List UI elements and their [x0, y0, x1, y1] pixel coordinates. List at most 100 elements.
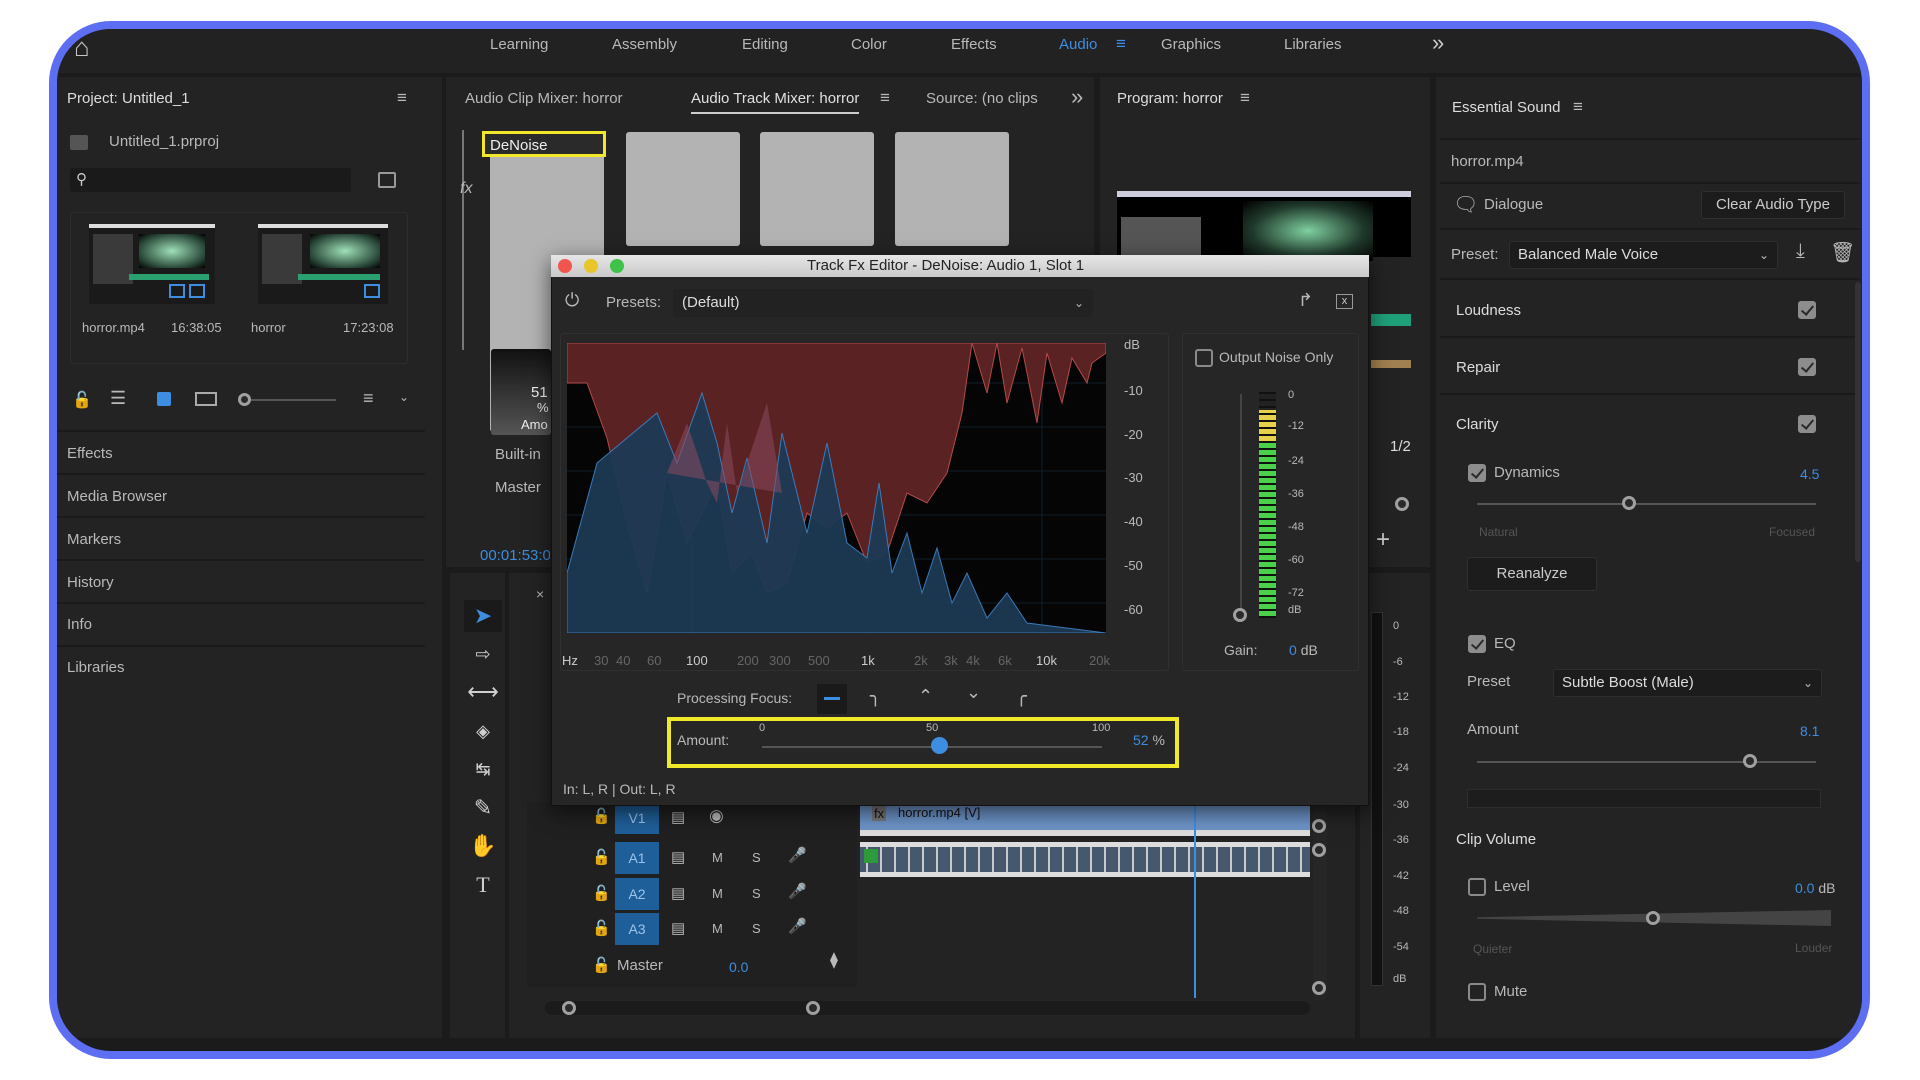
horizontal-zoom-scrollbar[interactable] — [545, 1001, 1310, 1015]
workspace-tab-audio[interactable]: Audio — [1059, 36, 1097, 53]
fx-presets-dropdown[interactable]: (Default)⌄ — [673, 289, 1093, 317]
eq-amount-slider-track[interactable] — [1477, 761, 1816, 763]
focus-high-button[interactable]: ╭ — [1016, 686, 1027, 707]
selection-tool-icon[interactable]: ➤ — [464, 600, 502, 632]
close-window-button[interactable] — [558, 259, 572, 273]
workspace-tab-assembly[interactable]: Assembly — [612, 36, 677, 53]
dynamics-slider-handle[interactable] — [1622, 496, 1636, 510]
panel-info[interactable]: Info — [67, 616, 92, 633]
lock-icon[interactable]: 🔓 — [592, 956, 611, 974]
scroll-handle[interactable] — [1312, 981, 1326, 995]
workspace-tab-editing[interactable]: Editing — [742, 36, 788, 53]
tab-source[interactable]: Source: (no clips — [926, 90, 1038, 107]
mixer-timecode[interactable]: 00:01:53:0 — [480, 547, 550, 564]
chevron-down-icon[interactable]: ⌄ — [399, 390, 409, 404]
close-fx-icon[interactable]: x — [1336, 294, 1353, 309]
audio-menu-icon[interactable]: ≡ — [1116, 34, 1126, 54]
eq-checkbox[interactable] — [1468, 635, 1486, 653]
vertical-scrollbar[interactable] — [1313, 805, 1327, 1001]
ripple-edit-tool-icon[interactable]: ⟷ — [464, 676, 502, 708]
repair-checkbox[interactable] — [1798, 358, 1816, 376]
minimize-window-button[interactable] — [584, 259, 598, 273]
lock-icon[interactable]: 🔓 — [592, 919, 611, 937]
dynamics-slider-track[interactable] — [1477, 503, 1816, 505]
section-loudness[interactable]: Loudness — [1456, 302, 1521, 319]
lock-icon[interactable]: 🔓 — [592, 884, 611, 902]
loudness-checkbox[interactable] — [1798, 301, 1816, 319]
focus-mid-button[interactable]: ⌃ — [918, 686, 933, 707]
mute-button[interactable]: M — [712, 921, 723, 936]
workspace-tab-learning[interactable]: Learning — [490, 36, 548, 53]
track-v1[interactable]: V1 — [615, 802, 659, 834]
project-search-input[interactable]: ⚲ — [70, 168, 351, 192]
maximize-window-button[interactable] — [610, 259, 624, 273]
scroll-handle[interactable] — [1312, 819, 1326, 833]
panel-libraries[interactable]: Libraries — [67, 659, 125, 676]
mute-checkbox[interactable] — [1468, 983, 1486, 1001]
master-volume-value[interactable]: 0.0 — [729, 959, 748, 975]
find-icon[interactable] — [378, 172, 396, 188]
focus-all-button[interactable] — [817, 684, 847, 714]
close-sequence-icon[interactable]: × — [536, 586, 544, 602]
track-select-tool-icon[interactable]: ⇨ — [464, 638, 502, 670]
track-height-icon[interactable]: ⧫ — [830, 950, 838, 970]
panel-media-browser[interactable]: Media Browser — [67, 488, 167, 505]
sync-lock-icon[interactable]: ▤ — [671, 919, 685, 937]
mute-button[interactable]: M — [712, 850, 723, 865]
resolution-select[interactable]: 1/2 — [1390, 438, 1411, 455]
tab-audio-clip-mixer[interactable]: Audio Clip Mixer: horror — [465, 90, 623, 107]
eq-preset-dropdown[interactable]: Subtle Boost (Male)⌄ — [1553, 669, 1822, 697]
more-panels-button[interactable]: » — [1071, 84, 1083, 110]
video-clip[interactable]: fx horror.mp4 [V] — [860, 804, 1310, 836]
essential-sound-scrollbar[interactable] — [1855, 282, 1861, 562]
more-workspaces-button[interactable]: » — [1432, 30, 1444, 56]
gain-fader-track[interactable] — [1240, 394, 1242, 609]
reanalyze-button[interactable]: Reanalyze — [1467, 557, 1597, 591]
eq-amount-slider-handle[interactable] — [1743, 754, 1757, 768]
amount-slider-handle[interactable] — [931, 737, 948, 754]
track-fx-slots-a2[interactable] — [626, 132, 740, 246]
scroll-handle[interactable] — [1312, 843, 1326, 857]
slip-tool-icon[interactable]: ↹ — [464, 753, 502, 785]
tab-audio-track-mixer[interactable]: Audio Track Mixer: horror — [691, 90, 859, 114]
zoom-handle-left[interactable] — [562, 1001, 576, 1015]
focus-low-button[interactable]: ╮ — [870, 686, 881, 707]
save-preset-icon[interactable]: ⤓ — [1796, 240, 1805, 263]
track-a2[interactable]: A2 — [615, 878, 659, 910]
lock-icon[interactable]: 🔓 — [72, 390, 92, 410]
output-noise-only-checkbox[interactable] — [1195, 349, 1213, 367]
gain-fader-handle[interactable] — [1233, 608, 1247, 622]
focus-mid-cut-button[interactable]: ⌄ — [966, 682, 981, 703]
gain-readout[interactable]: 0 dB — [1289, 642, 1318, 658]
fx-editor-titlebar[interactable]: Track Fx Editor - DeNoise: Audio 1, Slot… — [551, 255, 1369, 277]
master-output-label[interactable]: Master — [495, 479, 541, 496]
mute-button[interactable]: M — [712, 886, 723, 901]
panel-effects[interactable]: Effects — [67, 445, 113, 462]
workspace-tab-color[interactable]: Color — [851, 36, 887, 53]
level-readout[interactable]: 0.0 dB — [1795, 880, 1835, 896]
amount-readout[interactable]: 52 % — [1133, 732, 1165, 748]
hand-tool-icon[interactable]: ✋ — [464, 830, 502, 862]
type-tool-icon[interactable]: T — [464, 869, 502, 901]
pen-tool-icon[interactable]: ✎ — [464, 792, 502, 824]
clarity-checkbox[interactable] — [1798, 415, 1816, 433]
freeform-view-icon[interactable] — [195, 392, 217, 406]
sync-lock-icon[interactable]: ▤ — [671, 848, 685, 866]
track-a3[interactable]: A3 — [615, 913, 659, 945]
section-clarity[interactable]: Clarity — [1456, 416, 1499, 433]
icon-view-icon[interactable] — [157, 392, 171, 406]
zoom-slider-handle[interactable] — [238, 393, 251, 406]
panel-history[interactable]: History — [67, 574, 114, 591]
audio-clip[interactable] — [860, 842, 1310, 877]
mixer-menu-icon[interactable]: ≡ — [880, 88, 890, 108]
dynamics-value[interactable]: 4.5 — [1800, 466, 1819, 482]
home-icon[interactable]: ⌂ — [74, 32, 90, 63]
track-a1[interactable]: A1 — [615, 842, 659, 874]
program-menu-icon[interactable]: ≡ — [1240, 88, 1250, 108]
workspace-tab-effects[interactable]: Effects — [951, 36, 997, 53]
level-checkbox[interactable] — [1468, 878, 1486, 896]
solo-button[interactable]: S — [752, 850, 761, 865]
denoise-slot[interactable]: DeNoise — [482, 131, 606, 157]
workspace-tab-libraries[interactable]: Libraries — [1284, 36, 1342, 53]
microphone-icon[interactable]: 🎤 — [788, 846, 807, 864]
